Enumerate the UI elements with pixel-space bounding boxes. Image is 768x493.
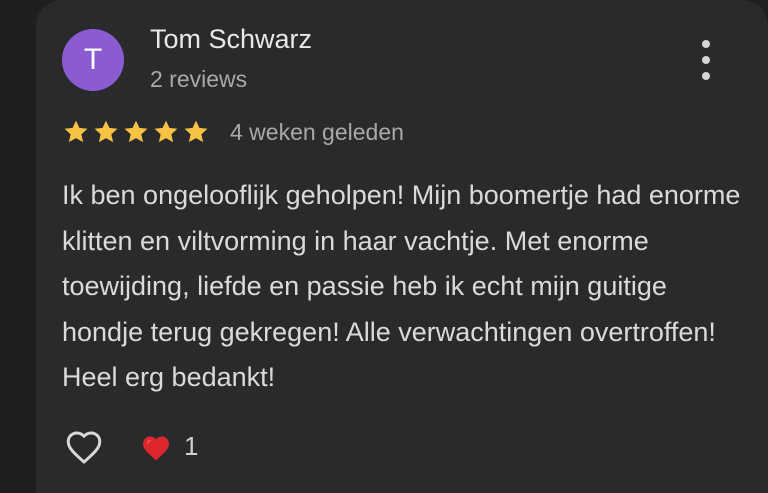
review-text: Ik ben ongelooflijk geholpen! Mijn boome…	[62, 180, 741, 392]
star-icon	[94, 120, 118, 143]
star-icon	[154, 120, 178, 143]
reaction-count: 1	[184, 431, 199, 461]
review-card: T Tom Schwarz 2 reviews 4 weken geleden …	[36, 0, 768, 493]
more-vertical-icon-dot	[702, 72, 710, 80]
star-icon	[64, 120, 88, 143]
more-options-button[interactable]	[691, 40, 721, 80]
red-heart-icon[interactable]	[139, 432, 173, 464]
star-icon	[184, 120, 208, 143]
review-count: 2 reviews	[150, 66, 248, 92]
avatar[interactable]: T	[62, 29, 124, 91]
review-time: 4 weken geleden	[230, 119, 404, 145]
more-vertical-icon-dot	[702, 56, 710, 64]
author-name[interactable]: Tom Schwarz	[150, 24, 312, 55]
star-icon	[124, 120, 148, 143]
more-vertical-icon	[702, 40, 710, 48]
heart-outline-icon[interactable]	[62, 426, 106, 468]
star-rating	[62, 118, 210, 146]
